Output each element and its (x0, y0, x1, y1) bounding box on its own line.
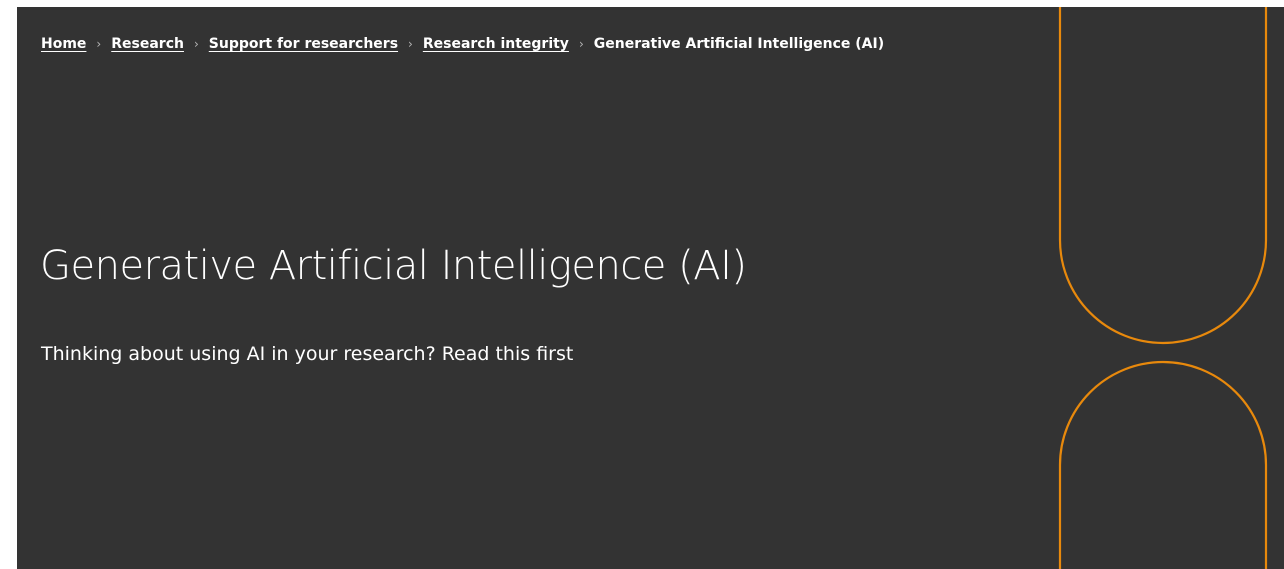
page-title: Generative Artificial Intelligence (AI) (40, 243, 747, 289)
breadcrumb-link-support-for-researchers[interactable]: Support for researchers (209, 36, 398, 52)
breadcrumb-item-research: Research › (111, 36, 209, 52)
breadcrumb-link-research[interactable]: Research (111, 36, 184, 52)
chevron-right-icon: › (408, 37, 413, 51)
breadcrumb: Home › Research › Support for researcher… (41, 36, 884, 52)
chevron-right-icon: › (193, 37, 199, 51)
breadcrumb-item-home: Home › (41, 36, 111, 52)
breadcrumb-link-research-integrity[interactable]: Research integrity (423, 36, 569, 52)
breadcrumb-current: Generative Artificial Intelligence (AI) (594, 36, 884, 52)
breadcrumb-item-support-for-researchers: Support for researchers › (209, 36, 423, 52)
breadcrumb-link-home[interactable]: Home (41, 36, 86, 52)
decorative-arch-upper (1058, 7, 1268, 345)
hero-banner: Home › Research › Support for researcher… (17, 7, 1284, 569)
decorative-arches (1058, 7, 1268, 569)
page: Home › Research › Support for researcher… (0, 0, 1284, 569)
breadcrumb-current-label: Generative Artificial Intelligence (AI) (593, 36, 885, 52)
breadcrumb-item-research-integrity: Research integrity › (423, 36, 594, 52)
chevron-right-icon: › (578, 37, 584, 51)
page-subtitle: Thinking about using AI in your research… (41, 343, 574, 365)
decorative-arch-lower (1058, 360, 1268, 569)
chevron-right-icon: › (96, 37, 102, 51)
